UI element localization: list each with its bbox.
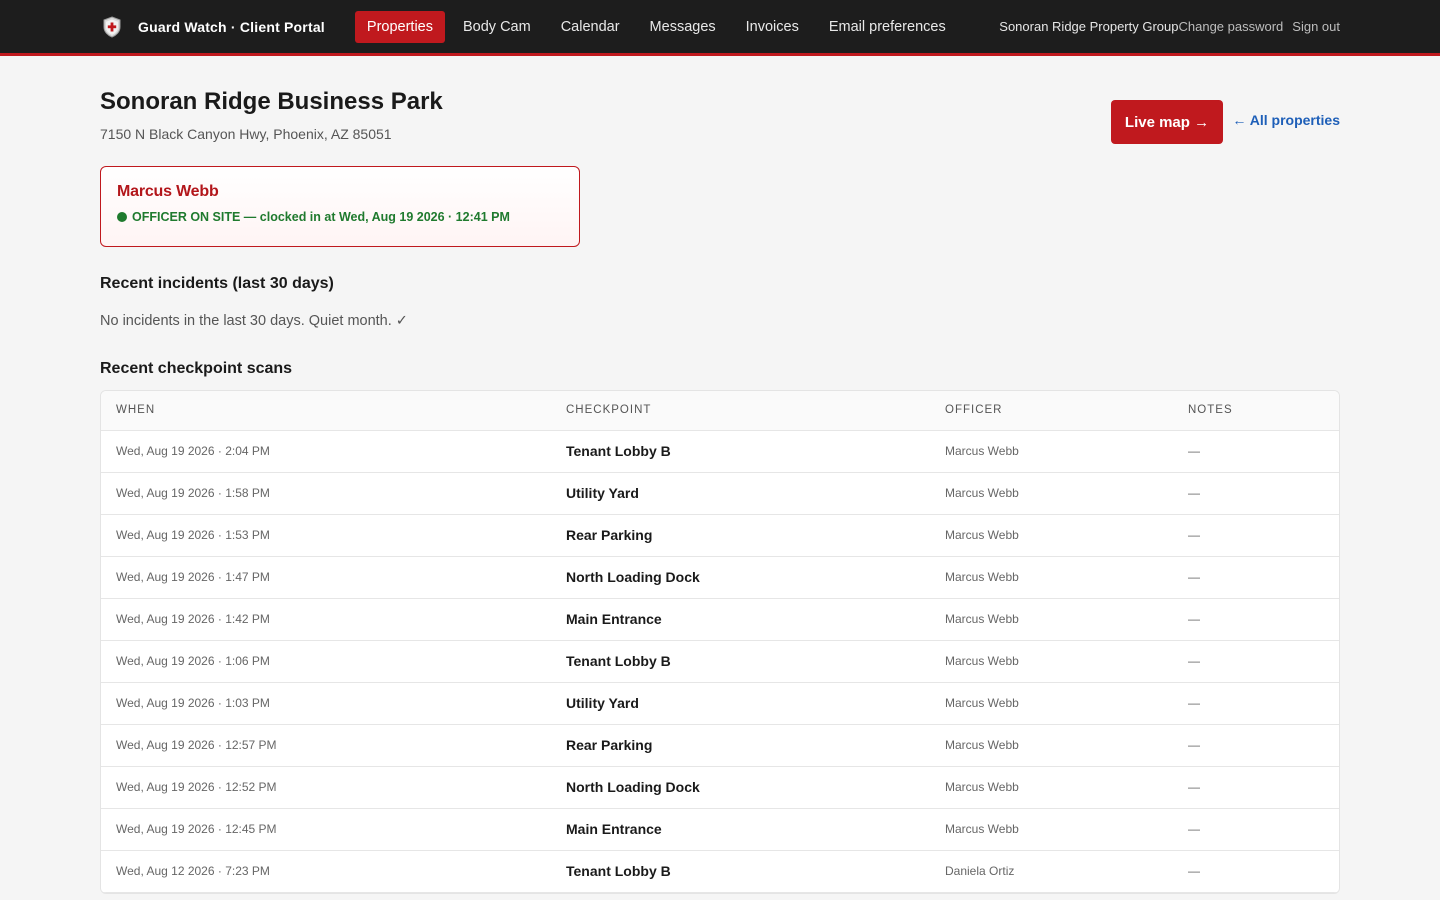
cell-checkpoint: Main Entrance: [551, 808, 930, 851]
table-row: Wed, Aug 19 2026 · 1:42 PM Main Entrance…: [101, 598, 1339, 641]
scans-table-body: Wed, Aug 19 2026 · 2:04 PM Tenant Lobby …: [101, 430, 1339, 893]
nav-calendar[interactable]: Calendar: [549, 11, 632, 43]
cell-notes: —: [1173, 514, 1339, 557]
brand[interactable]: Guard Watch · Client Portal: [100, 15, 325, 39]
scans-table: WHEN CHECKPOINT OFFICER NOTES Wed, Aug 1…: [101, 391, 1339, 893]
table-row: Wed, Aug 19 2026 · 1:53 PM Rear Parking …: [101, 514, 1339, 557]
cell-when: Wed, Aug 19 2026 · 1:03 PM: [101, 682, 551, 725]
table-row: Wed, Aug 19 2026 · 12:57 PM Rear Parking…: [101, 724, 1339, 767]
cell-when: Wed, Aug 19 2026 · 1:42 PM: [101, 598, 551, 641]
cell-when: Wed, Aug 19 2026 · 12:57 PM: [101, 724, 551, 767]
property-address: 7150 N Black Canyon Hwy, Phoenix, AZ 850…: [100, 126, 392, 142]
cell-when: Wed, Aug 19 2026 · 2:04 PM: [101, 430, 551, 473]
table-row: Wed, Aug 19 2026 · 1:06 PM Tenant Lobby …: [101, 640, 1339, 683]
cell-when: Wed, Aug 19 2026 · 1:53 PM: [101, 514, 551, 557]
cell-notes: —: [1173, 556, 1339, 599]
all-properties-link[interactable]: ← All properties: [1232, 112, 1340, 128]
nav-invoices[interactable]: Invoices: [734, 11, 811, 43]
incidents-heading: Recent incidents (last 30 days): [100, 275, 334, 292]
cell-notes: —: [1173, 598, 1339, 641]
change-password-link[interactable]: Change password: [1179, 19, 1284, 34]
cell-officer: Marcus Webb: [930, 808, 1173, 851]
nav-messages[interactable]: Messages: [638, 11, 728, 43]
column-header-checkpoint: CHECKPOINT: [551, 391, 930, 431]
cell-when: Wed, Aug 19 2026 · 12:52 PM: [101, 766, 551, 809]
property-header: Sonoran Ridge Business Park 7150 N Black…: [100, 56, 1340, 166]
cell-checkpoint: Main Entrance: [551, 598, 930, 641]
page-title: Sonoran Ridge Business Park: [100, 88, 443, 115]
status-dot-icon: [117, 212, 127, 222]
shield-logo-icon: [100, 15, 124, 39]
column-header-notes: NOTES: [1173, 391, 1339, 431]
cell-notes: —: [1173, 682, 1339, 725]
officer-name: Marcus Webb: [117, 183, 219, 200]
officer-status-card: Marcus Webb OFFICER ON SITE — clocked in…: [100, 166, 580, 247]
officer-status: OFFICER ON SITE — clocked in at Wed, Aug…: [117, 210, 563, 224]
cell-checkpoint: Utility Yard: [551, 472, 930, 515]
cell-checkpoint: North Loading Dock: [551, 556, 930, 599]
cell-notes: —: [1173, 808, 1339, 851]
table-row: Wed, Aug 19 2026 · 1:47 PM North Loading…: [101, 556, 1339, 599]
table-row: Wed, Aug 12 2026 · 7:23 PM Tenant Lobby …: [101, 850, 1339, 893]
main-nav: Properties Body Cam Calendar Messages In…: [354, 10, 964, 43]
cell-officer: Marcus Webb: [930, 430, 1173, 473]
cell-checkpoint: Utility Yard: [551, 682, 930, 725]
table-row: Wed, Aug 19 2026 · 2:04 PM Tenant Lobby …: [101, 430, 1339, 473]
cell-when: Wed, Aug 19 2026 · 1:58 PM: [101, 472, 551, 515]
cell-officer: Marcus Webb: [930, 514, 1173, 557]
cell-officer: Daniela Ortiz: [930, 850, 1173, 893]
nav-email-preferences[interactable]: Email preferences: [817, 11, 958, 43]
table-row: Wed, Aug 19 2026 · 1:58 PM Utility Yard …: [101, 472, 1339, 515]
cell-notes: —: [1173, 472, 1339, 515]
main-content: Sonoran Ridge Business Park 7150 N Black…: [0, 56, 1440, 894]
org-name: Sonoran Ridge Property Group: [999, 19, 1179, 34]
account-menu: Sonoran Ridge Property Group Change pass…: [999, 0, 1340, 53]
cell-officer: Marcus Webb: [930, 724, 1173, 767]
cell-checkpoint: Tenant Lobby B: [551, 640, 930, 683]
cell-officer: Marcus Webb: [930, 640, 1173, 683]
incidents-empty-message: No incidents in the last 30 days. Quiet …: [100, 313, 408, 329]
cell-when: Wed, Aug 19 2026 · 1:06 PM: [101, 640, 551, 683]
cell-when: Wed, Aug 19 2026 · 12:45 PM: [101, 808, 551, 851]
cell-officer: Marcus Webb: [930, 556, 1173, 599]
cell-notes: —: [1173, 724, 1339, 767]
cell-notes: —: [1173, 850, 1339, 893]
nav-properties[interactable]: Properties: [354, 10, 445, 43]
sign-out-link[interactable]: Sign out: [1292, 19, 1340, 34]
cell-notes: —: [1173, 640, 1339, 683]
brand-title: Guard Watch · Client Portal: [138, 18, 325, 35]
scans-heading: Recent checkpoint scans: [100, 360, 293, 377]
column-header-officer: OFFICER: [930, 391, 1173, 431]
column-header-when: WHEN: [101, 391, 551, 431]
officer-status-text: OFFICER ON SITE — clocked in at Wed, Aug…: [132, 210, 510, 224]
cell-checkpoint: North Loading Dock: [551, 766, 930, 809]
cell-officer: Marcus Webb: [930, 766, 1173, 809]
scans-table-container: WHEN CHECKPOINT OFFICER NOTES Wed, Aug 1…: [100, 390, 1340, 894]
cell-checkpoint: Tenant Lobby B: [551, 430, 930, 473]
top-nav-bar: Guard Watch · Client Portal Properties B…: [0, 0, 1440, 56]
cell-checkpoint: Rear Parking: [551, 724, 930, 767]
cell-when: Wed, Aug 12 2026 · 7:23 PM: [101, 850, 551, 893]
cell-officer: Marcus Webb: [930, 472, 1173, 515]
nav-body-cam[interactable]: Body Cam: [451, 11, 543, 43]
table-header-row: WHEN CHECKPOINT OFFICER NOTES: [101, 391, 1339, 431]
live-map-button[interactable]: Live map →: [1111, 100, 1223, 144]
cell-officer: Marcus Webb: [930, 598, 1173, 641]
cell-notes: —: [1173, 766, 1339, 809]
table-row: Wed, Aug 19 2026 · 1:03 PM Utility Yard …: [101, 682, 1339, 725]
cell-when: Wed, Aug 19 2026 · 1:47 PM: [101, 556, 551, 599]
table-row: Wed, Aug 19 2026 · 12:45 PM Main Entranc…: [101, 808, 1339, 851]
cell-officer: Marcus Webb: [930, 682, 1173, 725]
cell-checkpoint: Tenant Lobby B: [551, 850, 930, 893]
table-row: Wed, Aug 19 2026 · 12:52 PM North Loadin…: [101, 766, 1339, 809]
cell-checkpoint: Rear Parking: [551, 514, 930, 557]
cell-notes: —: [1173, 430, 1339, 473]
